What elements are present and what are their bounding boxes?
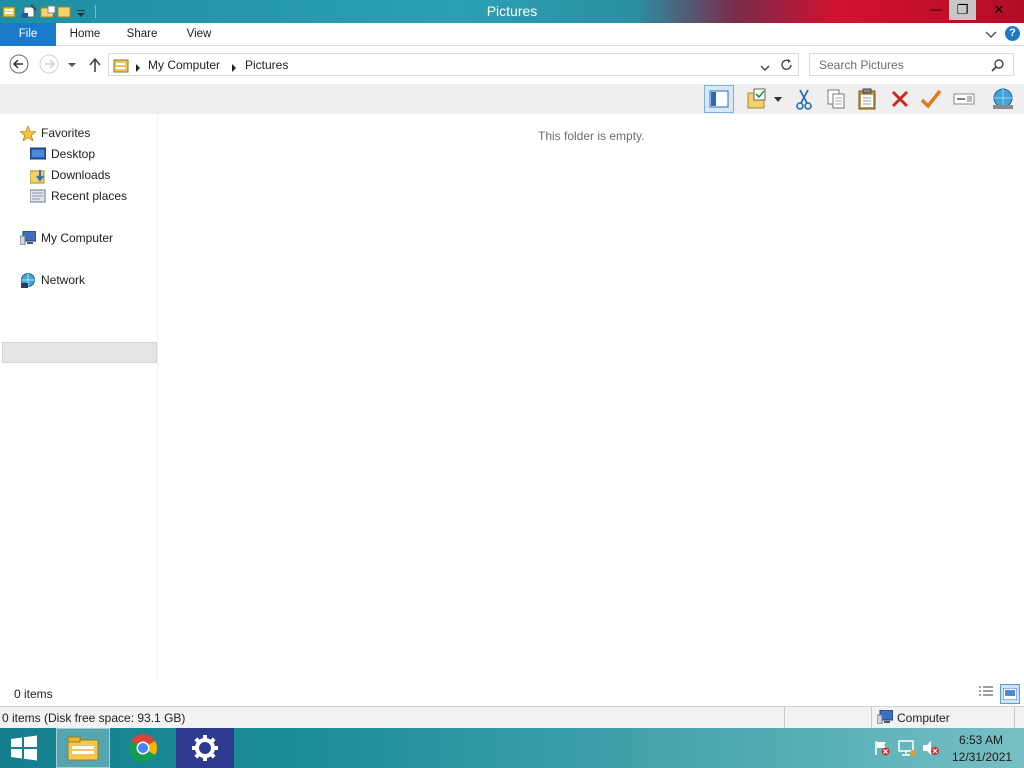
cut-icon[interactable] <box>790 86 818 112</box>
ribbon-tabs: File Home Share View ? <box>0 23 1024 46</box>
details-status-bar: 0 items (Disk free space: 93.1 GB) Compu… <box>0 706 1024 728</box>
tab-share[interactable]: Share <box>118 23 166 46</box>
address-bar[interactable]: My Computer Pictures <box>108 53 799 76</box>
location-folder-icon <box>113 57 131 76</box>
breadcrumb-my-computer[interactable]: My Computer <box>148 58 220 72</box>
item-count: 0 items <box>14 687 53 701</box>
taskbar: 6:53 AM 12/31/2021 <box>0 728 1024 768</box>
address-dropdown-icon[interactable] <box>760 61 770 75</box>
disk-space-text: 0 items (Disk free space: 93.1 GB) <box>2 711 186 725</box>
forward-button <box>39 54 59 74</box>
computer-icon <box>19 230 37 246</box>
folder-options-icon[interactable] <box>743 86 771 112</box>
tab-home[interactable]: Home <box>62 23 108 46</box>
preview-pane-icon[interactable] <box>704 85 734 113</box>
large-icons-view-icon[interactable] <box>1000 684 1020 704</box>
details-view-icon[interactable] <box>978 685 996 703</box>
breadcrumb-arrow-icon[interactable] <box>135 61 141 75</box>
restore-button[interactable]: ❐ <box>949 0 976 20</box>
expand-ribbon-icon[interactable] <box>985 29 997 43</box>
window-title: Pictures <box>486 3 538 19</box>
nav-selection-highlight <box>2 342 157 363</box>
navigation-pane: Favorites Desktop Downloads Recent place… <box>0 114 158 680</box>
resize-grip[interactable] <box>1014 707 1022 728</box>
check-icon[interactable] <box>917 86 945 112</box>
zone-label: Computer <box>897 711 950 725</box>
rename-icon[interactable] <box>950 86 978 112</box>
folder-options-dropdown-icon[interactable] <box>771 86 785 112</box>
network-icon <box>20 273 36 288</box>
delete-icon[interactable] <box>886 86 914 112</box>
file-list-area[interactable] <box>159 114 1024 680</box>
refresh-icon[interactable] <box>780 58 794 75</box>
status-divider <box>871 707 872 728</box>
network-status-icon[interactable] <box>898 740 916 759</box>
downloads-icon <box>29 168 46 184</box>
empty-folder-message: This folder is empty. <box>538 129 645 143</box>
network-drive-icon[interactable] <box>989 86 1017 112</box>
recent-places-icon <box>29 189 46 203</box>
paste-icon[interactable] <box>853 86 881 112</box>
recent-locations-icon[interactable] <box>66 60 78 70</box>
start-button[interactable] <box>0 728 48 768</box>
breadcrumb-arrow-icon[interactable] <box>231 61 237 75</box>
status-divider <box>784 707 785 728</box>
clock-date[interactable]: 12/31/2021 <box>952 750 1012 764</box>
title-bar: Pictures — ❐ ✕ <box>0 0 1024 23</box>
search-box[interactable] <box>809 53 1014 76</box>
close-button[interactable]: ✕ <box>976 0 1022 20</box>
command-toolbar <box>0 84 1024 114</box>
clock-time[interactable]: 6:53 AM <box>959 733 1003 747</box>
copy-icon[interactable] <box>822 86 850 112</box>
status-bar: 0 items <box>0 684 1024 706</box>
action-center-icon[interactable] <box>874 740 890 759</box>
up-button[interactable] <box>86 56 104 74</box>
search-input[interactable] <box>810 54 985 75</box>
star-icon <box>18 124 38 142</box>
taskbar-file-explorer-icon[interactable] <box>56 728 110 768</box>
tab-view[interactable]: View <box>176 23 222 46</box>
volume-muted-icon[interactable] <box>922 740 940 759</box>
tab-file[interactable]: File <box>0 23 56 46</box>
desktop-icon <box>29 147 47 161</box>
minimize-button[interactable]: — <box>923 0 949 20</box>
breadcrumb-pictures[interactable]: Pictures <box>245 58 288 72</box>
taskbar-chrome-icon[interactable] <box>118 728 168 768</box>
taskbar-settings-icon[interactable] <box>176 728 234 768</box>
help-icon[interactable]: ? <box>1005 26 1020 41</box>
computer-zone-icon <box>876 709 894 727</box>
search-icon[interactable] <box>991 58 1005 75</box>
back-button[interactable] <box>9 54 29 74</box>
